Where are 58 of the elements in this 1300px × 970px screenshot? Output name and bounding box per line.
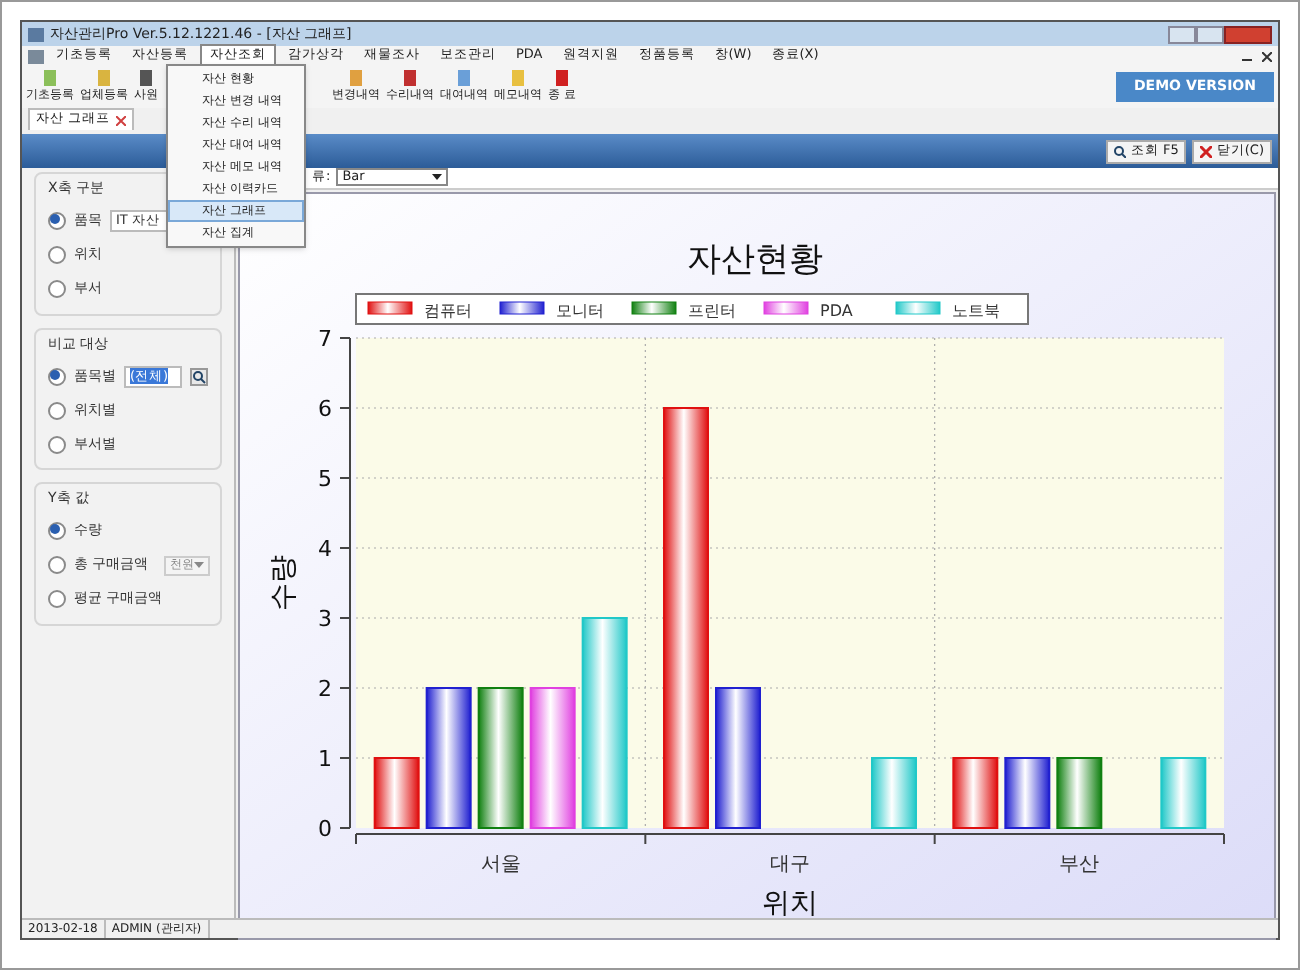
- y-tick-label: 5: [318, 465, 332, 492]
- toolbar-icon: [138, 70, 154, 86]
- toolbar-icon: [402, 70, 418, 86]
- toolbar-icon: [553, 70, 570, 86]
- y-tick-label: 1: [318, 745, 332, 772]
- radio-button[interactable]: [48, 212, 66, 230]
- bar: [715, 686, 761, 829]
- legend-label: 모니터: [556, 301, 604, 320]
- search-icon[interactable]: [190, 367, 208, 385]
- toolbar-icon: [510, 70, 526, 86]
- x-tick-label: 대구: [770, 853, 810, 876]
- legend-label: 컴퓨터: [424, 301, 472, 320]
- y-tick-label: 3: [318, 605, 332, 632]
- bar: [1056, 756, 1103, 829]
- search-icon: [1114, 145, 1127, 157]
- legend-label: PDA: [820, 301, 853, 320]
- legend-label: 프린터: [688, 301, 736, 320]
- bar: [477, 686, 524, 829]
- radio-button[interactable]: [48, 367, 66, 385]
- x-tick-label: 부산: [1059, 853, 1100, 876]
- chart-title: 자산현황: [687, 239, 823, 280]
- radio-button[interactable]: [48, 435, 66, 453]
- y-tick-label: 6: [318, 395, 332, 422]
- close-icon: [116, 115, 127, 126]
- bar: [529, 686, 576, 829]
- bar: [373, 756, 420, 829]
- radio-button[interactable]: [48, 246, 66, 264]
- toolbar-icon: [42, 70, 58, 86]
- toolbar-icon: [456, 70, 472, 86]
- y-tick-label: 2: [318, 675, 332, 702]
- caret-icon: [432, 174, 443, 181]
- radio-button[interactable]: [48, 401, 66, 419]
- bar: [425, 686, 472, 829]
- bar: [1160, 756, 1207, 829]
- legend-label: 노트북: [952, 301, 1000, 320]
- y-tick-label: 4: [318, 535, 332, 562]
- radio-button[interactable]: [48, 522, 66, 540]
- app-icon: [28, 27, 44, 41]
- bar: [1004, 756, 1051, 829]
- maximize-button[interactable]: [1196, 25, 1224, 43]
- x-axis-label: 위치: [762, 887, 818, 920]
- caret-icon: [194, 562, 205, 568]
- toolbar-icon: [96, 70, 112, 86]
- document-icon: [28, 49, 44, 63]
- close-icon[interactable]: [1262, 51, 1272, 61]
- y-tick-label: 0: [318, 815, 332, 842]
- close-icon: [1200, 145, 1213, 157]
- radio-button[interactable]: [48, 556, 66, 574]
- radio-button[interactable]: [48, 280, 66, 298]
- radio-button[interactable]: [48, 590, 66, 608]
- close-button[interactable]: [1224, 25, 1272, 43]
- bar: [871, 756, 917, 829]
- bar: [952, 756, 999, 829]
- y-axis-label: 수량: [268, 554, 300, 611]
- x-tick-label: 서울: [480, 853, 521, 876]
- toolbar-icon: [348, 70, 364, 86]
- minimize-button[interactable]: [1168, 25, 1196, 43]
- y-tick-label: 7: [318, 325, 332, 352]
